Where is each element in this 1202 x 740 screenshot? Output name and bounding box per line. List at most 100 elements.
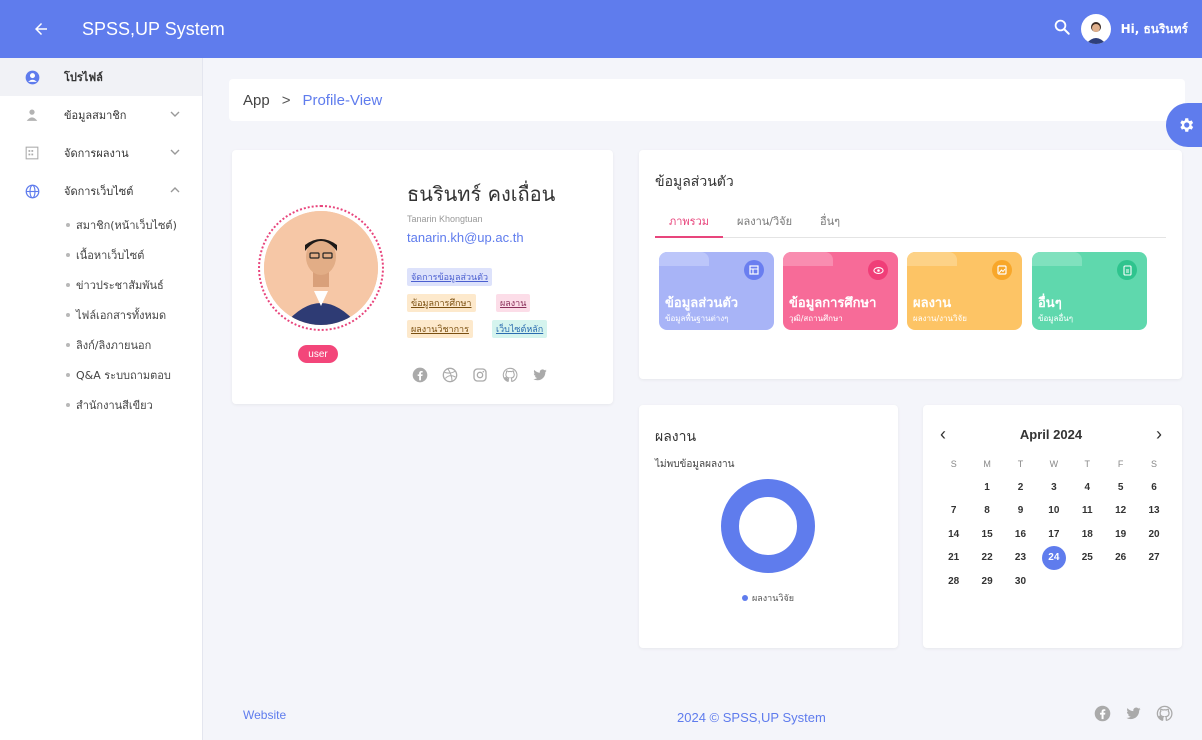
calendar-day[interactable]: 29	[970, 570, 1003, 594]
sidebar-subitem[interactable]: Q&A ระบบถามตอบ	[0, 360, 202, 390]
instagram-icon[interactable]	[471, 366, 489, 384]
calendar-day[interactable]: 1	[970, 476, 1003, 500]
tag-education[interactable]: ข้อมูลการศึกษา	[407, 294, 476, 312]
settings-button[interactable]	[1166, 103, 1202, 147]
calendar-day[interactable]: 2	[1004, 476, 1037, 500]
github-icon[interactable]	[501, 366, 519, 384]
calendar-day[interactable]: 9	[1004, 499, 1037, 523]
user-avatar[interactable]	[1080, 14, 1111, 44]
tile-title: ข้อมูลการศึกษา	[789, 296, 877, 311]
sidebar-item-works[interactable]: จัดการผลงาน	[0, 134, 202, 172]
chevron-left-icon[interactable]: ‹	[940, 424, 946, 445]
top-bar: SPSS,UP System Hi, ธนรินทร์	[0, 0, 1202, 58]
calendar-day[interactable]: 14	[937, 523, 970, 547]
calendar-day[interactable]: 5	[1104, 476, 1137, 500]
sidebar-item-profile[interactable]: โปรไฟล์	[0, 58, 202, 96]
calendar-month[interactable]: April 2024	[1020, 427, 1082, 442]
calendar-day[interactable]: 27	[1137, 546, 1170, 570]
breadcrumb-root[interactable]: App	[243, 92, 270, 109]
calendar-day[interactable]: 4	[1071, 476, 1104, 500]
sidebar-item-label: โปรไฟล์	[64, 71, 103, 84]
info-tabs: ภาพรวม ผลงาน/วิจัย อื่นๆ	[655, 208, 1166, 238]
twitter-icon[interactable]	[531, 366, 549, 384]
chevron-right-icon[interactable]: ›	[1156, 424, 1162, 445]
calendar-day[interactable]: 21	[937, 546, 970, 570]
tile-others[interactable]: อื่นๆ ข้อมูลอื่นๆ	[1032, 252, 1147, 330]
calendar-day[interactable]: 15	[970, 523, 1003, 547]
calendar-day[interactable]: 17	[1037, 523, 1070, 547]
calendar-day[interactable]: 22	[970, 546, 1003, 570]
calendar-day[interactable]: 30	[1004, 570, 1037, 594]
calendar-day[interactable]: 28	[937, 570, 970, 594]
github-icon[interactable]	[1156, 705, 1173, 726]
calendar-day[interactable]: 20	[1137, 523, 1170, 547]
calendar-grid: S M T W T F S 1 2 3 4 5 6 7 8 9 10 11 12 13 14 15 16 17 18 19 20 21…	[937, 452, 1171, 593]
profile-name-en: Tanarin Khongtuan	[407, 214, 483, 224]
profile-name: ธนรินทร์ คงเถื่อน	[407, 182, 556, 206]
sidebar-subitem[interactable]: เนื้อหาเว็บไซต์	[0, 240, 202, 270]
tile-works[interactable]: ผลงาน ผลงาน/งานวิจัย	[907, 252, 1022, 330]
calendar-day[interactable]: 16	[1004, 523, 1037, 547]
calendar-day[interactable]: 10	[1037, 499, 1070, 523]
tab-overview[interactable]: ภาพรวม	[655, 208, 724, 238]
search-icon[interactable]	[1053, 18, 1071, 40]
calendar-day[interactable]: 26	[1104, 546, 1137, 570]
tile-subtitle: วุฒิ/สถานศึกษา	[789, 314, 843, 323]
calendar-weekday: S	[950, 458, 957, 469]
tab-others[interactable]: อื่นๆ	[806, 208, 854, 238]
calendar-day[interactable]: 3	[1037, 476, 1070, 500]
legend-dot	[742, 595, 748, 601]
profile-email[interactable]: tanarin.kh@up.ac.th	[407, 230, 524, 245]
calendar-day[interactable]: 13	[1137, 499, 1170, 523]
bullet-icon	[66, 223, 70, 227]
breadcrumb: App > Profile-View	[229, 79, 1185, 121]
calendar-day[interactable]: 6	[1137, 476, 1170, 500]
works-legend[interactable]: ผลงานวิจัย	[742, 591, 794, 605]
tag-works[interactable]: ผลงาน	[496, 294, 531, 312]
chevron-down-icon	[170, 147, 180, 160]
sidebar-subitem[interactable]: สมาชิก(หน้าเว็บไซต์)	[0, 210, 202, 240]
dribbble-icon[interactable]	[441, 366, 459, 384]
tab-research[interactable]: ผลงาน/วิจัย	[723, 208, 806, 238]
calendar-day[interactable]: 25	[1071, 546, 1104, 570]
user-circle-icon	[24, 69, 40, 85]
calendar-day[interactable]: 11	[1071, 499, 1104, 523]
calendar-day[interactable]: 7	[937, 499, 970, 523]
sidebar-subitem[interactable]: ลิงก์/ลิงภายนอก	[0, 330, 202, 360]
facebook-icon[interactable]	[411, 366, 429, 384]
profile-avatar	[258, 205, 384, 331]
tag-main-website[interactable]: เว็บไซต์หลัก	[492, 320, 548, 338]
globe-icon	[24, 183, 40, 199]
twitter-icon[interactable]	[1125, 705, 1142, 726]
sidebar-item-website[interactable]: จัดการเว็บไซต์	[0, 172, 202, 210]
calendar-weekday: T	[1084, 458, 1091, 469]
user-greeting[interactable]: Hi, ธนรินทร์	[1121, 20, 1188, 39]
tile-title: ข้อมูลส่วนตัว	[665, 296, 739, 311]
calendar-day[interactable]: 18	[1071, 523, 1104, 547]
tag-academic-works[interactable]: ผลงานวิชาการ	[407, 320, 473, 338]
tile-personal-info[interactable]: ข้อมูลส่วนตัว ข้อมูลพื้นฐานต่างๆ	[659, 252, 774, 330]
sidebar-subitem[interactable]: ไฟล์เอกสารทั้งหมด	[0, 300, 202, 330]
calendar-day[interactable]: 23	[1004, 546, 1037, 570]
tile-education[interactable]: ข้อมูลการศึกษา วุฒิ/สถานศึกษา	[783, 252, 898, 330]
back-button[interactable]	[0, 0, 82, 58]
calendar-day[interactable]: 24	[1037, 545, 1070, 570]
footer-copyright: 2024 © SPSS,UP System	[677, 710, 826, 725]
sidebar-subitem[interactable]: ข่าวประชาสัมพันธ์	[0, 270, 202, 300]
sidebar-subitem-label: เนื้อหาเว็บไซต์	[76, 249, 145, 262]
tag-manage-profile[interactable]: จัดการข้อมูลส่วนตัว	[407, 268, 493, 286]
works-empty-message: ไม่พบข้อมูลผลงาน	[655, 459, 735, 470]
calendar-day[interactable]: 8	[970, 499, 1003, 523]
file-icon	[1117, 260, 1137, 280]
bullet-icon	[66, 283, 70, 287]
calendar-day[interactable]: 19	[1104, 523, 1137, 547]
building-icon	[24, 145, 40, 161]
calendar-day[interactable]: 12	[1104, 499, 1137, 523]
sidebar: โปรไฟล์ ข้อมูลสมาชิก จัดการผลงาน จัดการเ…	[0, 58, 203, 740]
sidebar-subitem[interactable]: สำนักงานสีเขียว	[0, 390, 202, 420]
footer-website-link[interactable]: Website	[243, 708, 286, 722]
facebook-icon[interactable]	[1094, 705, 1111, 726]
sidebar-item-members[interactable]: ข้อมูลสมาชิก	[0, 96, 202, 134]
works-title: ผลงาน	[655, 429, 697, 445]
sidebar-item-label: ข้อมูลสมาชิก	[64, 109, 127, 122]
